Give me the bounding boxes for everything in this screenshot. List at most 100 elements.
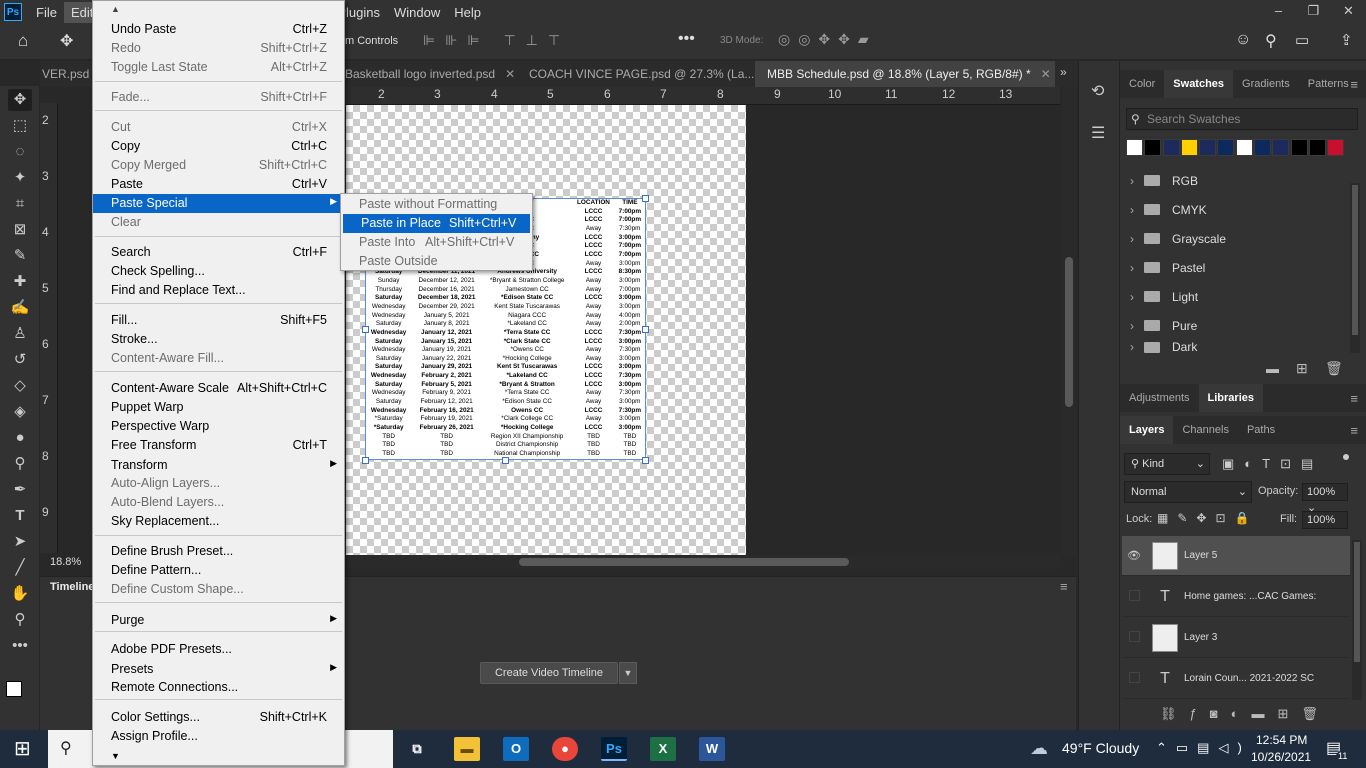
blur-tool-icon[interactable]: ●: [8, 427, 32, 449]
transform-controls-label[interactable]: m Controls: [345, 35, 398, 47]
vertical-scrollbar[interactable]: [1062, 87, 1076, 555]
color-swatch[interactable]: [1126, 139, 1143, 156]
layers-scrollbar[interactable]: [1352, 540, 1362, 700]
layer-footer-icons[interactable]: ⛓ƒ◙◐▬⊞🗑: [1160, 706, 1331, 722]
chevron-down-icon[interactable]: ▼: [619, 662, 637, 684]
menu-item[interactable]: Fill... Shift+F5: [93, 311, 344, 330]
fill-input[interactable]: 100% ⌄: [1302, 511, 1348, 542]
layer-row[interactable]: Layer 3: [1122, 618, 1350, 658]
task-view-icon[interactable]: ⧉: [404, 737, 430, 761]
properties-panel-icon[interactable]: ☰: [1091, 123, 1105, 143]
color-swatch[interactable]: [1217, 139, 1235, 156]
tab-channels[interactable]: Channels: [1173, 416, 1237, 444]
transform-handle[interactable]: [642, 195, 649, 202]
transform-handle[interactable]: [642, 326, 649, 333]
frame-tool-icon[interactable]: ⊠: [8, 219, 32, 241]
menu-item[interactable]: Sky Replacement...: [93, 512, 344, 531]
swatch-folder[interactable]: › Grayscale: [1130, 224, 1340, 253]
transform-handle[interactable]: [642, 457, 649, 464]
visibility-toggle[interactable]: [1122, 589, 1146, 604]
horizontal-scrollbar[interactable]: [345, 555, 1060, 569]
panel-menu-icon[interactable]: ≡: [1350, 423, 1358, 438]
doc-tab[interactable]: VER.psd @: [42, 61, 105, 87]
line-tool-icon[interactable]: ╱: [8, 557, 32, 579]
search-icon[interactable]: ⚲: [1265, 31, 1277, 51]
path-selection-icon[interactable]: ➤: [8, 531, 32, 553]
layer-filter-select[interactable]: ⚲ Kind ⌄: [1124, 453, 1210, 475]
swatch-folder[interactable]: › Dark: [1130, 340, 1340, 354]
panel-menu-icon[interactable]: ≡: [1060, 579, 1068, 594]
minimize-button[interactable]: –: [1261, 0, 1296, 24]
color-swatch[interactable]: [1235, 139, 1253, 156]
menu-item[interactable]: Define Brush Preset...: [93, 542, 344, 561]
word-icon[interactable]: W: [699, 737, 725, 761]
menu-item[interactable]: Presets ▶: [93, 660, 344, 679]
brush-tool-icon[interactable]: ✍: [8, 297, 32, 319]
new-swatch-icon[interactable]: ⊞: [1296, 360, 1308, 377]
swatch-folder[interactable]: › Pastel: [1130, 253, 1340, 282]
excel-icon[interactable]: X: [650, 737, 676, 761]
tab-color[interactable]: Color: [1120, 70, 1164, 98]
workspace-icon[interactable]: ▭: [1295, 31, 1309, 49]
lasso-tool-icon[interactable]: ◌: [8, 141, 32, 163]
tab-paths[interactable]: Paths: [1238, 416, 1284, 444]
edit-toolbar-icon[interactable]: •••: [8, 635, 32, 657]
menu-item[interactable]: Purge ▶: [93, 611, 344, 630]
tab-gradients[interactable]: Gradients: [1233, 70, 1299, 98]
menu-item[interactable]: Search Ctrl+F: [93, 243, 344, 262]
new-group-icon[interactable]: ▬: [1266, 361, 1279, 376]
restore-button[interactable]: ❐: [1296, 0, 1331, 24]
menu-item[interactable]: Transform ▶: [93, 456, 344, 475]
doc-tab-active[interactable]: MBB Schedule.psd @ 18.8% (Layer 5, RGB/8…: [755, 61, 1055, 87]
visibility-toggle[interactable]: [1122, 630, 1146, 645]
paint-bucket-icon[interactable]: ◈: [8, 401, 32, 423]
color-swatch[interactable]: [1144, 139, 1162, 156]
menu-item[interactable]: Cut Ctrl+X: [93, 118, 344, 137]
layer-row[interactable]: 👁 Layer 5: [1122, 536, 1350, 576]
file-explorer-icon[interactable]: ▬: [454, 737, 480, 761]
menu-item[interactable]: Check Spelling...: [93, 262, 344, 281]
menu-item[interactable]: Paste Ctrl+V: [93, 175, 344, 194]
zoom-tool-icon[interactable]: ⚲: [8, 609, 32, 631]
menu-item[interactable]: Content-Aware Scale Alt+Shift+Ctrl+C: [93, 379, 344, 398]
healing-brush-icon[interactable]: ✚: [8, 271, 32, 293]
color-swatch[interactable]: [1327, 139, 1345, 156]
layer-filter-icons[interactable]: ▣◐T⊡▤: [1222, 456, 1323, 472]
scroll-up-icon[interactable]: ▲: [111, 4, 120, 14]
marquee-tool-icon[interactable]: ⬚: [8, 115, 32, 137]
clock-date[interactable]: 10/26/2021: [1251, 750, 1311, 764]
scroll-down-icon[interactable]: ▼: [111, 751, 120, 761]
close-button[interactable]: ✕: [1331, 0, 1366, 24]
windows-start-icon[interactable]: ⊞: [14, 736, 31, 761]
align-icons[interactable]: ⊫⊪⊫ ⊤⊥⊤: [423, 32, 570, 49]
blend-mode-select[interactable]: Normal ⌄: [1124, 481, 1252, 503]
eye-icon[interactable]: 👁: [1122, 549, 1146, 562]
color-swatch[interactable]: [1199, 139, 1217, 156]
menu-item[interactable]: Free Transform Ctrl+T: [93, 436, 344, 455]
close-tab-icon[interactable]: ✕: [1041, 67, 1051, 81]
create-video-timeline-button[interactable]: Create Video Timeline: [480, 662, 618, 684]
menu-window[interactable]: Window: [387, 2, 447, 23]
filter-toggle[interactable]: [1343, 454, 1349, 460]
magic-wand-icon[interactable]: ✦: [8, 167, 32, 189]
menu-item[interactable]: Copy Ctrl+C: [93, 137, 344, 156]
tab-swatches[interactable]: Swatches: [1164, 70, 1234, 98]
dodge-tool-icon[interactable]: ⚲: [8, 453, 32, 475]
swatch-folder[interactable]: › Pure: [1130, 311, 1340, 340]
tab-layers[interactable]: Layers: [1120, 416, 1174, 444]
transform-handle[interactable]: [502, 457, 509, 464]
color-swatch[interactable]: [1162, 139, 1180, 156]
home-icon[interactable]: ⌂: [18, 31, 28, 51]
share-icon[interactable]: ⇪: [1340, 31, 1353, 49]
tab-libraries[interactable]: Libraries: [1198, 384, 1263, 412]
menu-item[interactable]: Perspective Warp: [93, 417, 344, 436]
submenu-item[interactable]: Paste in Place Shift+Ctrl+V: [343, 214, 530, 233]
more-options-icon[interactable]: •••: [678, 30, 695, 48]
tab-adjustments[interactable]: Adjustments: [1120, 384, 1199, 412]
eraser-icon[interactable]: ◇: [8, 375, 32, 397]
menu-item[interactable]: Define Custom Shape...: [93, 580, 344, 599]
opacity-input[interactable]: 100% ⌄: [1302, 483, 1348, 514]
panel-menu-icon[interactable]: ≡: [1350, 77, 1358, 92]
visibility-toggle[interactable]: [1122, 671, 1146, 686]
layer-row[interactable]: T Home games: ...CAC Games:: [1122, 577, 1350, 617]
